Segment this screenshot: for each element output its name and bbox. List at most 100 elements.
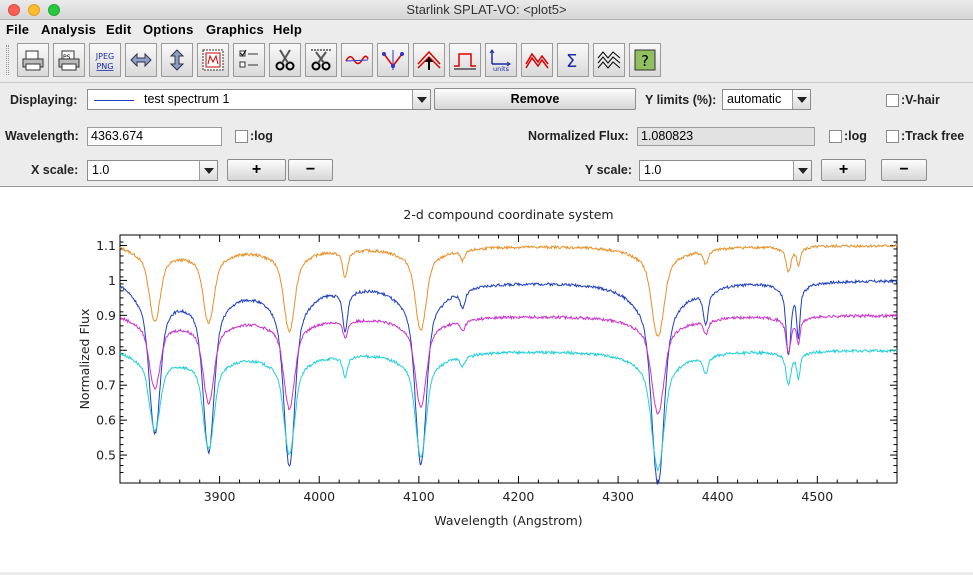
spectral-line-button[interactable]: [413, 43, 445, 77]
menu-edit[interactable]: Edit: [106, 22, 131, 37]
y-tick-label: 0.9: [96, 308, 116, 323]
vertical-arrows-icon: [169, 49, 185, 71]
yscale-select[interactable]: 1.0: [639, 160, 812, 181]
displaying-select[interactable]: test spectrum 1: [87, 89, 431, 110]
stack-waves-button[interactable]: [593, 43, 625, 77]
spectrum-series-line: [119, 278, 898, 485]
track-free-label: :Track free: [901, 129, 965, 143]
checklist-icon: [239, 49, 258, 68]
y-tick-label: 1: [108, 273, 116, 288]
menu-bar: File Analysis Edit Options Graphics Help: [0, 21, 973, 39]
zoom-region-icon: [202, 49, 224, 71]
ylog-label: :log: [844, 129, 867, 143]
chevron-down-icon[interactable]: [412, 90, 430, 109]
chart-title: 2-d compound coordinate system: [403, 207, 613, 222]
units-button[interactable]: units: [485, 43, 517, 77]
yscale-label: Y scale:: [585, 163, 633, 177]
xscale-decrease-button[interactable]: −: [288, 159, 333, 181]
peaks-button[interactable]: [521, 43, 553, 77]
plot-frame: [119, 234, 898, 484]
peaks-icon: [525, 52, 549, 69]
normalized-flux-field: 1.080823: [637, 127, 815, 146]
svg-text:units: units: [493, 65, 510, 72]
x-tick-label: 4200: [503, 489, 535, 504]
vhair-label: :V-hair: [901, 93, 940, 107]
spectral-line-icon: [417, 50, 441, 70]
toolbar: PS JPEG PNG units Σ?: [0, 39, 973, 83]
svg-text:PNG: PNG: [96, 62, 113, 71]
region-cut-button[interactable]: [305, 43, 337, 77]
menu-graphics[interactable]: Graphics: [206, 22, 264, 37]
displaying-value: test spectrum 1: [144, 92, 230, 106]
vertical-arrows-button[interactable]: [161, 43, 193, 77]
wavelength-label: Wavelength:: [5, 129, 79, 143]
x-tick-label: 4000: [303, 489, 335, 504]
menu-options[interactable]: Options: [143, 22, 194, 37]
zoom-region-button[interactable]: [197, 43, 229, 77]
sine-wave-button[interactable]: [341, 43, 373, 77]
xscale-increase-button[interactable]: +: [227, 159, 286, 181]
xscale-select[interactable]: 1.0: [87, 160, 218, 181]
spectrum-series-line: [119, 348, 898, 472]
close-window-button[interactable]: [8, 4, 20, 16]
y-tick-label: 1.1: [96, 238, 116, 253]
scissors-button[interactable]: [269, 43, 301, 77]
print-postscript-button[interactable]: PS: [53, 43, 85, 77]
toolbar-grip[interactable]: [6, 45, 9, 75]
svg-text:Σ: Σ: [566, 51, 577, 72]
ylog-checkbox[interactable]: [829, 130, 842, 143]
y-tick-label: 0.7: [96, 378, 116, 393]
window-titlebar: Starlink SPLAT-VO: <plot5>: [0, 0, 973, 20]
jpeg-png-button[interactable]: JPEG PNG: [89, 43, 121, 77]
checklist-button[interactable]: [233, 43, 265, 77]
zoom-window-button[interactable]: [48, 4, 60, 16]
menu-help[interactable]: Help: [273, 22, 302, 37]
x-tick-label: 4300: [602, 489, 634, 504]
x-axis-label: Wavelength (Angstrom): [434, 513, 582, 528]
plot-canvas[interactable]: 2-d compound coordinate system 3900 4000 41…: [0, 186, 973, 572]
x-tick-label: 4100: [403, 489, 435, 504]
x-tick-label: 3900: [204, 489, 236, 504]
xscale-label: X scale:: [31, 163, 79, 177]
menu-file[interactable]: File: [6, 22, 29, 37]
svg-text:JPEG: JPEG: [95, 52, 114, 61]
track-free-checkbox[interactable]: [886, 130, 899, 143]
filter-button[interactable]: [449, 43, 481, 77]
help-button[interactable]: ?: [629, 43, 661, 77]
region-cut-icon: [311, 49, 331, 71]
filter-icon: [454, 53, 476, 70]
xscale-value: 1.0: [92, 163, 110, 177]
spectrum-plot[interactable]: 2-d compound coordinate system 3900 4000 41…: [0, 187, 973, 572]
chevron-down-icon[interactable]: [199, 161, 217, 180]
print-postscript-icon: PS: [58, 50, 80, 71]
wavelength-field[interactable]: 4363.674: [87, 127, 222, 146]
displaying-label: Displaying:: [10, 93, 78, 107]
y-tick-label: 0.5: [96, 448, 116, 463]
xlog-label: :log: [250, 129, 273, 143]
ylimits-select[interactable]: automatic: [722, 89, 811, 110]
series-line-swatch: [94, 100, 134, 101]
line-fit-button[interactable]: [377, 43, 409, 77]
ylimits-value: automatic: [727, 92, 782, 106]
sine-wave-icon: [345, 55, 369, 65]
x-tick-label: 4400: [702, 489, 734, 504]
y-tick-label: 0.6: [96, 413, 116, 428]
line-fit-icon: [382, 50, 404, 70]
menu-analysis[interactable]: Analysis: [41, 22, 96, 37]
horizontal-arrows-button[interactable]: [125, 43, 157, 77]
yscale-increase-button[interactable]: +: [821, 159, 866, 181]
yscale-value: 1.0: [644, 163, 662, 177]
sigma-button[interactable]: Σ: [557, 43, 589, 77]
minimize-window-button[interactable]: [28, 4, 40, 16]
remove-button[interactable]: Remove: [434, 88, 636, 110]
jpeg-png-icon: JPEGPNG: [95, 52, 114, 71]
vhair-checkbox[interactable]: [886, 94, 899, 107]
chevron-down-icon[interactable]: [793, 161, 811, 180]
print-button[interactable]: [17, 43, 49, 77]
chevron-down-icon[interactable]: [792, 90, 810, 109]
window-title: Starlink SPLAT-VO: <plot5>: [406, 2, 567, 17]
xlog-checkbox[interactable]: [235, 130, 248, 143]
x-tick-label: 4500: [801, 489, 833, 504]
yscale-decrease-button[interactable]: −: [881, 159, 927, 181]
horizontal-arrows-icon: [130, 52, 152, 68]
